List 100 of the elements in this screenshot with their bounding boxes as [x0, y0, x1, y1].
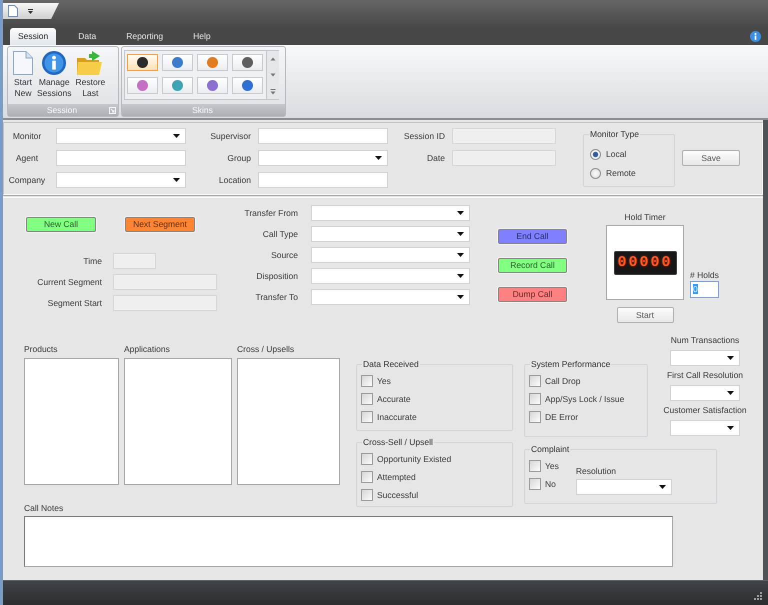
checkbox[interactable]	[361, 453, 373, 465]
checkbox[interactable]	[529, 478, 541, 490]
readonly-field	[113, 253, 156, 269]
ribbon-tab[interactable]: Reporting	[118, 28, 172, 45]
list-label: Cross / Upsells	[237, 344, 296, 355]
dropdown-field[interactable]	[311, 226, 470, 242]
action-button[interactable]: End Call	[498, 229, 567, 244]
caret-icon	[457, 295, 464, 299]
checkbox[interactable]	[361, 411, 373, 423]
checkbox-label: App/Sys Lock / Issue	[545, 394, 624, 404]
document-icon	[13, 51, 33, 75]
field-label: Customer Satisfaction	[663, 405, 747, 416]
save-button[interactable]: Save	[682, 150, 740, 166]
field-label: Current Segment	[36, 276, 102, 288]
dropdown-field[interactable]	[670, 350, 740, 366]
field-label: Date	[426, 152, 445, 164]
ribbon-tab[interactable]: Session	[10, 28, 56, 45]
group-title: Complaint	[530, 444, 570, 455]
checkbox-label: Attempted	[377, 472, 416, 482]
field-label: Agent	[14, 152, 40, 164]
checkbox-label: Yes	[377, 376, 391, 386]
skin-button[interactable]	[127, 54, 158, 71]
resize-grip-icon[interactable]	[753, 591, 762, 600]
action-button[interactable]: New Call	[26, 217, 96, 232]
group-title: Monitor Type	[589, 129, 640, 140]
checkbox[interactable]	[529, 460, 541, 472]
skin-button[interactable]	[232, 54, 263, 71]
start-button[interactable]: Start	[616, 307, 674, 323]
dropdown-field[interactable]	[576, 479, 672, 495]
dropdown-field[interactable]	[670, 420, 740, 436]
dropdown-field[interactable]	[56, 128, 186, 144]
checkbox[interactable]	[361, 393, 373, 405]
checkbox[interactable]	[361, 489, 373, 501]
timer-label: Hold Timer	[624, 212, 666, 223]
action-button[interactable]: Next Segment	[125, 217, 195, 232]
checkbox[interactable]	[529, 411, 541, 423]
action-button[interactable]: Dump Call	[498, 287, 567, 302]
checkbox-label: Accurate	[377, 394, 411, 404]
checkbox-label: Inaccurate	[377, 412, 417, 422]
ribbon-button[interactable]: Restore Last	[74, 51, 106, 104]
field-label: Group	[226, 152, 251, 164]
field-label: Company	[8, 174, 46, 186]
field-label: Session ID	[402, 130, 445, 142]
caret-icon	[457, 274, 464, 278]
checkbox[interactable]	[529, 393, 541, 405]
ribbon-tab[interactable]: Help	[185, 28, 219, 45]
checkbox[interactable]	[529, 375, 541, 387]
list-box[interactable]	[24, 358, 119, 485]
ribbon-button[interactable]: Start New	[12, 51, 34, 104]
radio-label: Local	[606, 149, 626, 160]
dialog-launcher-icon[interactable]	[109, 106, 116, 114]
list-box[interactable]	[237, 358, 340, 485]
caret-icon[interactable]	[28, 8, 33, 14]
dropdown-field[interactable]	[258, 150, 388, 166]
caret-icon	[375, 156, 382, 160]
caret-icon	[727, 356, 734, 360]
checkbox-label: Yes	[545, 460, 559, 472]
checkbox[interactable]	[361, 375, 373, 387]
text-field[interactable]	[56, 150, 186, 166]
help-icon[interactable]	[750, 31, 761, 42]
dropdown-field[interactable]	[670, 385, 740, 401]
checkbox[interactable]	[361, 471, 373, 483]
dropdown-field[interactable]	[311, 268, 470, 284]
group-title: Cross-Sell / Upsell	[362, 437, 434, 448]
list-box[interactable]	[124, 358, 232, 485]
checkbox-label: Call Drop	[545, 376, 580, 386]
folder-icon	[77, 51, 104, 75]
caret-icon	[727, 426, 734, 430]
caret-icon	[457, 211, 464, 215]
scroll-up-button[interactable]	[267, 51, 279, 67]
group-title: System Performance	[530, 359, 612, 370]
action-button[interactable]: Record Call	[498, 258, 567, 273]
caret-icon	[173, 134, 180, 138]
field-label: Supervisor	[209, 130, 251, 142]
dropdown-field[interactable]	[56, 172, 186, 188]
ribbon-button[interactable]: Manage Sessions	[36, 51, 72, 104]
call-notes-field[interactable]	[24, 516, 673, 567]
field-label: Time	[82, 256, 102, 266]
caret-icon	[173, 178, 180, 182]
timer-display: 00000	[614, 250, 676, 274]
field-label: Monitor	[12, 130, 42, 142]
dropdown-field[interactable]	[311, 289, 470, 305]
checkbox-label: No	[545, 478, 556, 490]
field-label: First Call Resolution	[666, 370, 744, 381]
list-label: Products	[24, 344, 59, 355]
radio-button[interactable]	[590, 168, 601, 179]
group-title: Data Received	[362, 359, 420, 370]
text-field[interactable]	[258, 172, 388, 188]
dropdown-field[interactable]	[311, 247, 470, 263]
dropdown-field[interactable]	[311, 205, 470, 221]
ribbon-group-label: Skins	[192, 104, 213, 116]
ribbon-tab[interactable]: Data	[70, 28, 104, 45]
info-icon	[42, 51, 66, 75]
field-label: Source	[270, 250, 298, 260]
caret-icon	[727, 391, 734, 395]
checkbox-label: DE Error	[545, 412, 578, 422]
field-label: Disposition	[255, 270, 298, 282]
document-icon[interactable]	[8, 5, 18, 17]
text-field[interactable]	[258, 128, 388, 144]
radio-button[interactable]	[590, 149, 601, 160]
